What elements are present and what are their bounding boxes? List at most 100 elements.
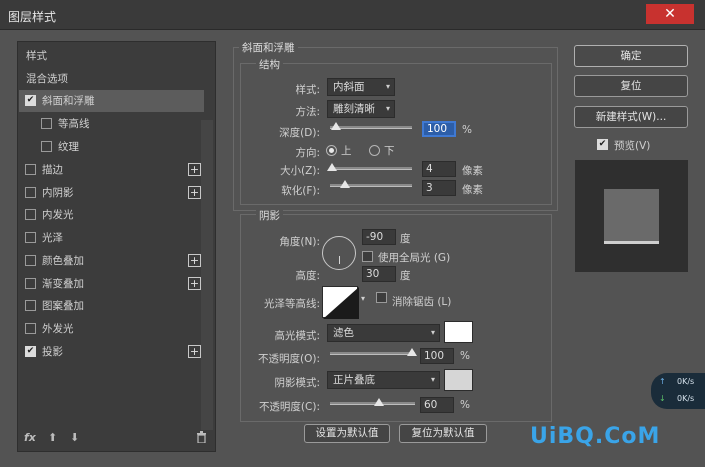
technique-dropdown[interactable]: 雕刻清晰 ▾ (327, 100, 395, 118)
angle-unit: 度 (400, 233, 411, 245)
style-item-label: 斜面和浮雕 (42, 95, 95, 107)
style-item-checkbox[interactable] (25, 255, 36, 266)
chevron-down-icon: ▾ (385, 82, 390, 91)
shadow-mode-label: 阴影模式: (274, 377, 320, 389)
size-slider[interactable] (327, 163, 412, 171)
style-item-9[interactable]: 颜色叠加 + (19, 250, 204, 272)
add-effect-icon[interactable]: + (188, 254, 201, 267)
direction-label: 方向: (295, 147, 320, 159)
add-effect-icon[interactable]: + (188, 163, 201, 176)
style-item-checkbox[interactable]: ✔ (25, 95, 36, 106)
direction-down-radio[interactable] (369, 145, 380, 156)
upload-speed: 0K/s (677, 377, 695, 386)
style-item-label: 混合选项 (26, 73, 68, 85)
highlight-mode-label: 高光模式: (274, 330, 320, 342)
direction-down-label: 下 (384, 145, 395, 157)
antialias-label: 消除锯齿 (L) (392, 296, 452, 308)
antialias-checkbox[interactable] (376, 292, 387, 303)
highlight-opacity-slider[interactable] (330, 348, 417, 356)
style-item-checkbox[interactable] (25, 164, 36, 175)
add-effect-icon[interactable]: + (188, 277, 201, 290)
style-item-6[interactable]: 内阴影 + (19, 182, 204, 204)
contour-linear-icon (323, 287, 359, 319)
watermark-logo: UiBQ.CoM (530, 424, 661, 449)
altitude-unit: 度 (400, 270, 411, 282)
angle-input[interactable]: -90 (362, 229, 396, 245)
style-item-checkbox[interactable] (25, 187, 36, 198)
highlight-opacity-input[interactable]: 100 (420, 348, 454, 364)
style-item-checkbox[interactable]: ✔ (25, 346, 36, 357)
style-label: 样式: (295, 84, 320, 96)
size-input[interactable]: 4 (422, 161, 456, 177)
structure-title: 结构 (256, 57, 283, 72)
style-item-checkbox[interactable] (25, 300, 36, 311)
reset-button[interactable]: 复位 (574, 75, 688, 97)
gloss-contour-picker[interactable] (322, 286, 359, 319)
style-item-checkbox[interactable] (41, 141, 52, 152)
style-item-checkbox[interactable] (41, 118, 52, 129)
chevron-down-icon: ▾ (385, 104, 390, 113)
move-up-icon[interactable]: ⬆ (48, 431, 57, 444)
depth-input[interactable]: 100 (422, 121, 456, 137)
style-dropdown[interactable]: 内斜面 ▾ (327, 78, 395, 96)
style-item-1[interactable]: 混合选项 (19, 68, 204, 90)
highlight-color-swatch[interactable] (444, 321, 473, 343)
add-effect-icon[interactable]: + (188, 186, 201, 199)
preview-checkbox[interactable]: ✔ (597, 139, 608, 150)
chevron-down-icon: ▾ (430, 375, 435, 384)
highlight-mode-value: 滤色 (333, 327, 354, 339)
style-item-12[interactable]: 外发光 (19, 318, 204, 340)
shadow-opacity-slider[interactable] (330, 398, 415, 406)
style-item-4[interactable]: 纹理 (19, 136, 204, 158)
style-item-checkbox[interactable] (25, 209, 36, 220)
size-slider-thumb[interactable] (327, 163, 337, 171)
soften-label: 软化(F): (281, 185, 320, 197)
set-default-button[interactable]: 设置为默认值 (304, 424, 390, 443)
window-title: 图层样式 (8, 10, 57, 24)
style-item-checkbox[interactable] (25, 232, 36, 243)
angle-dial[interactable] (322, 236, 356, 270)
style-item-0[interactable]: 样式 (19, 45, 204, 67)
style-item-label: 渐变叠加 (42, 278, 84, 290)
highlight-opacity-label: 不透明度(O): (258, 353, 320, 365)
shadow-mode-dropdown[interactable]: 正片叠底 ▾ (327, 371, 440, 389)
preview-swatch (604, 189, 659, 244)
highlight-mode-dropdown[interactable]: 滤色 ▾ (327, 324, 440, 342)
fx-button[interactable]: fx (24, 431, 36, 444)
shadow-opacity-thumb[interactable] (374, 398, 384, 406)
style-item-label: 光泽 (42, 232, 63, 244)
style-item-label: 样式 (26, 50, 47, 62)
direction-up-radio[interactable] (326, 145, 337, 156)
style-item-2[interactable]: ✔ 斜面和浮雕 (19, 90, 204, 112)
style-item-checkbox[interactable] (25, 323, 36, 334)
depth-slider[interactable] (330, 122, 412, 130)
close-button[interactable]: ✕ (646, 4, 694, 24)
style-item-11[interactable]: 图案叠加 (19, 295, 204, 317)
soften-input[interactable]: 3 (422, 180, 456, 196)
new-style-button[interactable]: 新建样式(W)... (574, 106, 688, 128)
global-light-checkbox[interactable] (362, 251, 373, 262)
style-item-8[interactable]: 光泽 (19, 227, 204, 249)
style-item-checkbox[interactable] (25, 278, 36, 289)
soften-slider-thumb[interactable] (340, 180, 350, 188)
style-item-label: 等高线 (58, 118, 90, 130)
move-down-icon[interactable]: ⬇ (70, 431, 79, 444)
altitude-input[interactable]: 30 (362, 266, 396, 282)
style-item-10[interactable]: 渐变叠加 + (19, 273, 204, 295)
shadow-color-swatch[interactable] (444, 369, 473, 391)
chevron-down-icon[interactable]: ▾ (361, 294, 365, 303)
reset-default-button[interactable]: 复位为默认值 (399, 424, 487, 443)
technique-value: 雕刻清晰 (333, 103, 375, 115)
style-item-3[interactable]: 等高线 (19, 113, 204, 135)
soften-slider[interactable] (330, 180, 412, 188)
highlight-opacity-thumb[interactable] (407, 348, 417, 356)
ok-button[interactable]: 确定 (574, 45, 688, 67)
upload-arrow-icon: ↑ (659, 377, 666, 386)
depth-slider-thumb[interactable] (331, 122, 341, 130)
trash-icon[interactable] (196, 431, 207, 446)
add-effect-icon[interactable]: + (188, 345, 201, 358)
style-item-5[interactable]: 描边 + (19, 159, 204, 181)
style-item-13[interactable]: ✔ 投影 + (19, 341, 204, 363)
shadow-opacity-input[interactable]: 60 (420, 397, 454, 413)
style-item-7[interactable]: 内发光 (19, 204, 204, 226)
